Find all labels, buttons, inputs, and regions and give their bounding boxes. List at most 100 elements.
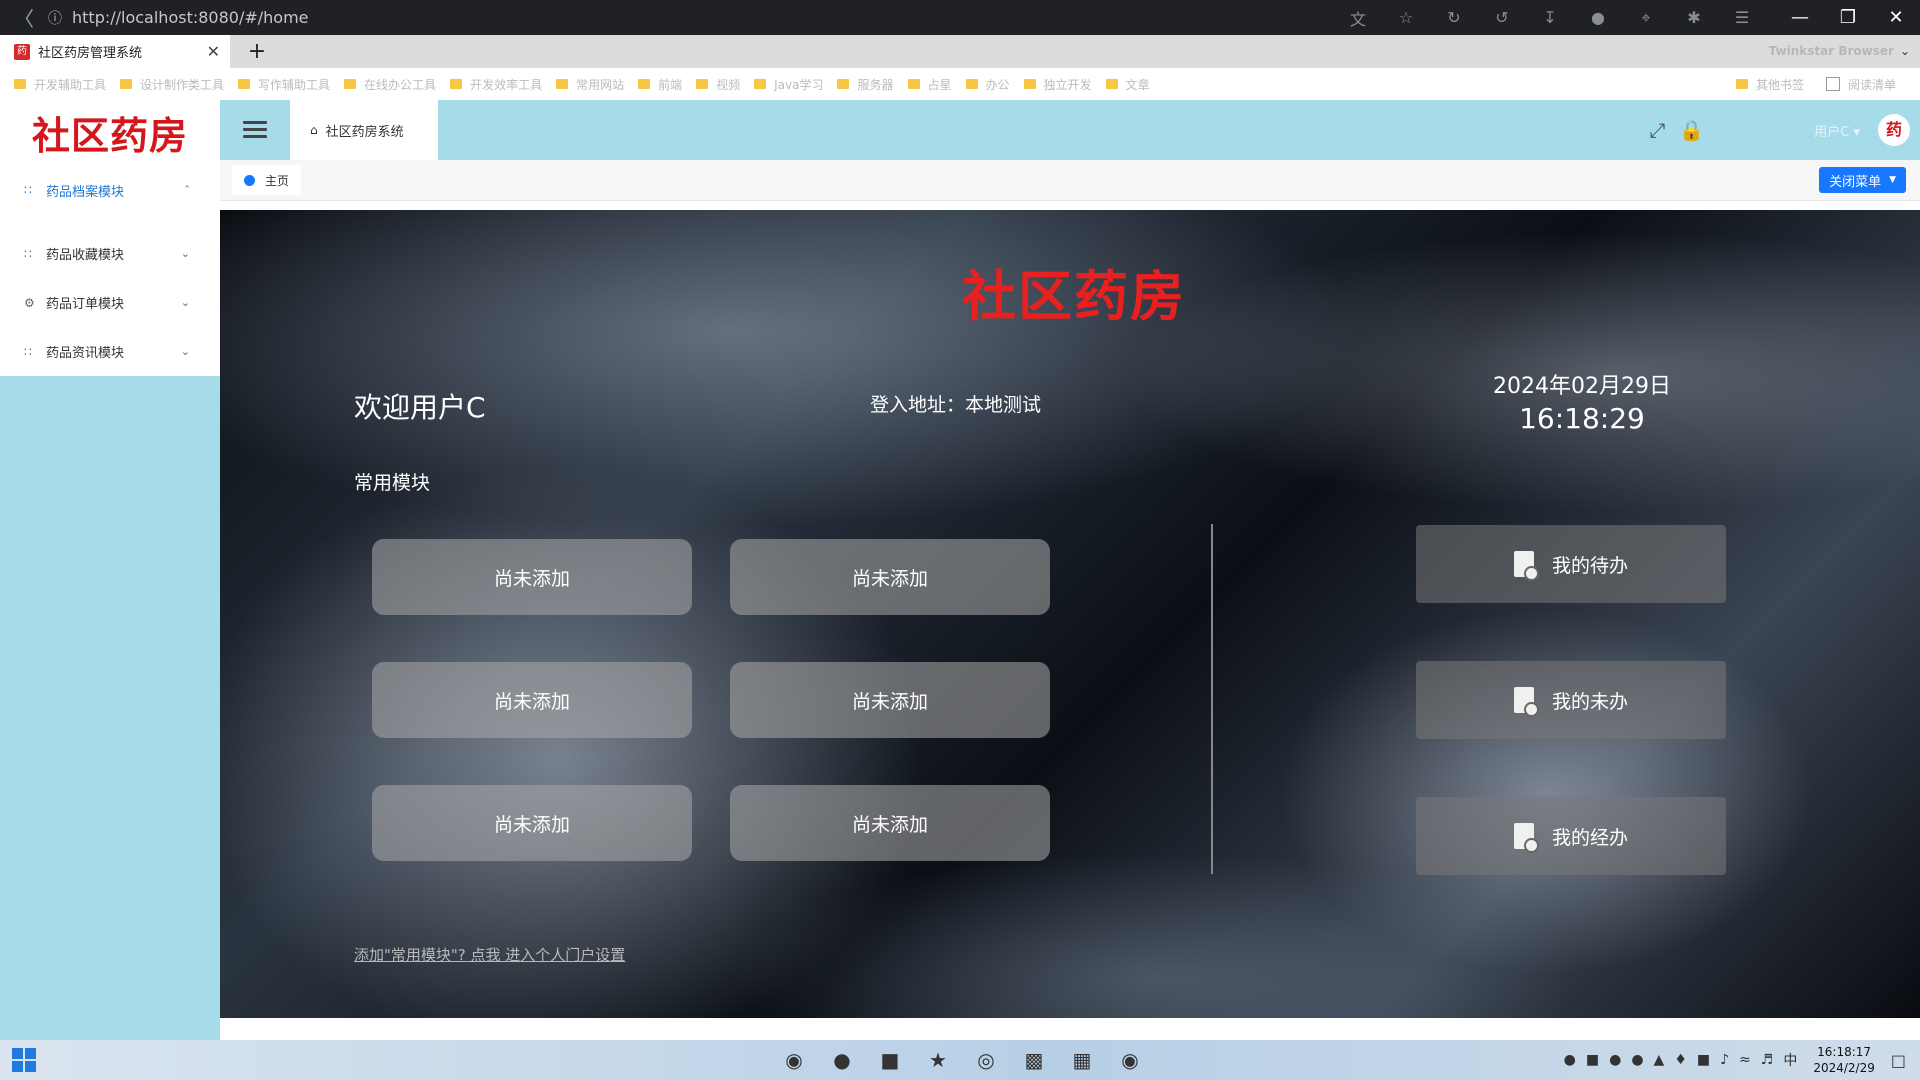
bookmark-label: 写作辅助工具 bbox=[258, 77, 331, 92]
my-todo-button[interactable]: 我的待办 bbox=[1416, 525, 1726, 603]
volume-icon[interactable]: ♬ bbox=[1761, 1052, 1774, 1068]
app-chrome-icon[interactable]: ◉ bbox=[770, 1048, 818, 1072]
my-handled-button[interactable]: 我的经办 bbox=[1416, 797, 1726, 875]
sidebar-item-favorites[interactable]: ∷ 药品收藏模块 ⌄ bbox=[0, 229, 220, 278]
app-terminal-icon[interactable]: ▩ bbox=[1010, 1048, 1058, 1072]
bookmark-star-icon[interactable]: ☆ bbox=[1382, 8, 1430, 27]
current-time: 16:18:29 bbox=[1519, 402, 1645, 435]
bookmark-item[interactable]: 设计制作类工具 bbox=[120, 76, 224, 93]
bookmark-label: 服务器 bbox=[857, 77, 894, 92]
bookmark-item[interactable]: 前端 bbox=[638, 76, 682, 93]
close-tab-icon[interactable]: ✕ bbox=[207, 42, 220, 61]
input-method-icon[interactable]: 中 bbox=[1783, 1050, 1797, 1070]
wifi-icon[interactable]: ≈ bbox=[1739, 1052, 1751, 1068]
bookmark-item[interactable]: 文章 bbox=[1105, 76, 1150, 93]
bookmark-item[interactable]: 写作辅助工具 bbox=[238, 76, 330, 93]
bookmark-item[interactable]: 开发效率工具 bbox=[450, 76, 542, 93]
bookmark-item[interactable]: 独立开发 bbox=[1023, 76, 1092, 93]
record-icon[interactable]: ● bbox=[1609, 1052, 1621, 1068]
app-explorer-icon[interactable]: ▦ bbox=[1058, 1048, 1106, 1072]
wechat-tray-icon[interactable]: ● bbox=[1631, 1052, 1643, 1068]
bookmark-item[interactable]: 服务器 bbox=[837, 76, 894, 93]
avatar[interactable]: 药 bbox=[1878, 114, 1910, 146]
address-bar[interactable]: ⓘ http://localhost:8080/#/home bbox=[48, 8, 309, 28]
folder-icon bbox=[14, 79, 26, 89]
quick-module-button[interactable]: 尚未添加 bbox=[730, 662, 1050, 738]
system-clock[interactable]: 16:18:17 2024/2/29 bbox=[1813, 1044, 1875, 1076]
close-menu-button[interactable]: 关闭菜单 ▼ bbox=[1819, 167, 1906, 193]
reload-icon[interactable]: ↻ bbox=[1430, 8, 1478, 27]
lock-icon[interactable]: 🔒 bbox=[1679, 118, 1704, 142]
quick-module-button[interactable]: 尚未添加 bbox=[372, 662, 692, 738]
my-undone-button[interactable]: 我的未办 bbox=[1416, 661, 1726, 739]
sidebar-item-news[interactable]: ∷ 药品资讯模块 ⌄ bbox=[0, 327, 220, 376]
browser-tab-active[interactable]: 药 社区药房管理系统 ✕ bbox=[0, 35, 230, 68]
microphone-icon[interactable]: ♪ bbox=[1720, 1052, 1729, 1068]
tags-bar: 主页 关闭菜单 ▼ bbox=[220, 160, 1920, 201]
app-browser-icon[interactable]: ★ bbox=[914, 1048, 962, 1072]
qq-icon[interactable]: ● bbox=[1564, 1052, 1576, 1068]
bookmark-item[interactable]: 开发辅助工具 bbox=[14, 76, 106, 93]
network-app-icon[interactable]: ▲ bbox=[1654, 1052, 1665, 1068]
bookmark-item[interactable]: 常用网站 bbox=[556, 76, 624, 93]
task-label: 我的待办 bbox=[1551, 554, 1628, 577]
clock-date: 2024/2/29 bbox=[1813, 1061, 1875, 1075]
history-icon[interactable]: ↺ bbox=[1478, 8, 1526, 27]
app-edge-icon[interactable]: ◎ bbox=[962, 1048, 1010, 1072]
tray-app-icon[interactable]: ♦ bbox=[1674, 1052, 1687, 1068]
sidebar-item-orders[interactable]: ⚙ 药品订单模块 ⌄ bbox=[0, 278, 220, 327]
minimize-icon[interactable]: — bbox=[1776, 7, 1824, 28]
notification-icon[interactable]: □ bbox=[1891, 1051, 1906, 1070]
taskbar: ◉ ● ■ ★ ◎ ▩ ▦ ◉ ● ■ ● ● ▲ ♦ ■ ♪ ≈ ♬ 中 16… bbox=[0, 1040, 1920, 1080]
menu-icon[interactable]: ☰ bbox=[1718, 8, 1766, 27]
welcome-text: 欢迎用户C bbox=[354, 391, 486, 424]
chevron-down-icon: ⌄ bbox=[180, 247, 190, 260]
bookmark-item[interactable]: 在线办公工具 bbox=[344, 76, 436, 93]
new-tab-button[interactable]: + bbox=[242, 35, 272, 68]
clock-time: 16:18:17 bbox=[1817, 1045, 1872, 1059]
sidebar-item-archive[interactable]: ∷ 药品档案模块 ˆ bbox=[0, 164, 220, 216]
site-info-icon[interactable]: ⓘ bbox=[48, 8, 62, 28]
task-label: 我的未办 bbox=[1551, 690, 1628, 713]
tab-title: 社区药房管理系统 bbox=[38, 46, 143, 61]
quick-module-button[interactable]: 尚未添加 bbox=[372, 539, 692, 615]
user-menu[interactable]: 用户C ▾ bbox=[1814, 121, 1860, 140]
bookmark-label: 开发辅助工具 bbox=[34, 77, 107, 92]
hamburger-button[interactable] bbox=[220, 121, 290, 139]
translate-icon[interactable]: 文 bbox=[1334, 6, 1382, 30]
bookmark-other[interactable]: 其他书签 bbox=[1735, 76, 1804, 93]
browser-brand[interactable]: Twinkstar Browser ⌄ bbox=[1769, 35, 1920, 68]
quick-module-button[interactable]: 尚未添加 bbox=[730, 785, 1050, 861]
folder-icon bbox=[1105, 79, 1118, 89]
header-tab-home[interactable]: ⌂ 社区药房系统 bbox=[290, 100, 438, 160]
fullscreen-icon[interactable]: ⤢ bbox=[1649, 118, 1665, 142]
bookmark-item[interactable]: 占星 bbox=[907, 76, 952, 93]
back-icon[interactable]: 〈 bbox=[0, 3, 48, 32]
folder-icon bbox=[638, 79, 651, 89]
quick-module-button[interactable]: 尚未添加 bbox=[372, 785, 692, 861]
quick-module-button[interactable]: 尚未添加 bbox=[730, 539, 1050, 615]
portal-settings-link[interactable]: 添加"常用模块"? 点我 进入个人门户设置 bbox=[354, 944, 625, 965]
start-button[interactable] bbox=[12, 1048, 36, 1072]
app-recorder-icon[interactable]: ◉ bbox=[1106, 1048, 1154, 1072]
close-window-icon[interactable]: ✕ bbox=[1872, 7, 1920, 28]
current-date: 2024年02月29日 bbox=[1493, 374, 1671, 399]
chevron-down-icon: ⌄ bbox=[180, 345, 190, 358]
extension-avatar-icon[interactable]: ● bbox=[1574, 8, 1622, 27]
bookmark-label: 阅读清单 bbox=[1847, 77, 1896, 92]
app-wechat-icon[interactable]: ● bbox=[818, 1048, 866, 1072]
app-idea-icon[interactable]: ■ bbox=[866, 1048, 914, 1072]
bookmark-item[interactable]: Java学习 bbox=[754, 76, 823, 93]
puzzle-icon[interactable]: ✱ bbox=[1670, 8, 1718, 27]
tray-app-icon[interactable]: ■ bbox=[1697, 1052, 1710, 1068]
restore-icon[interactable]: ❐ bbox=[1824, 7, 1872, 28]
reading-list[interactable]: 阅读清单 bbox=[1825, 76, 1896, 93]
download-icon[interactable]: ↧ bbox=[1526, 8, 1574, 27]
tray-app-icon[interactable]: ■ bbox=[1586, 1052, 1599, 1068]
bookmark-item[interactable]: 办公 bbox=[965, 76, 1010, 93]
bookmark-item[interactable]: 视频 bbox=[696, 76, 740, 93]
tag-home[interactable]: 主页 bbox=[232, 165, 302, 195]
url-text[interactable]: http://localhost:8080/#/home bbox=[72, 8, 309, 27]
crop-icon[interactable]: ⌖ bbox=[1622, 8, 1670, 28]
chevron-up-icon: ˆ bbox=[184, 183, 191, 197]
